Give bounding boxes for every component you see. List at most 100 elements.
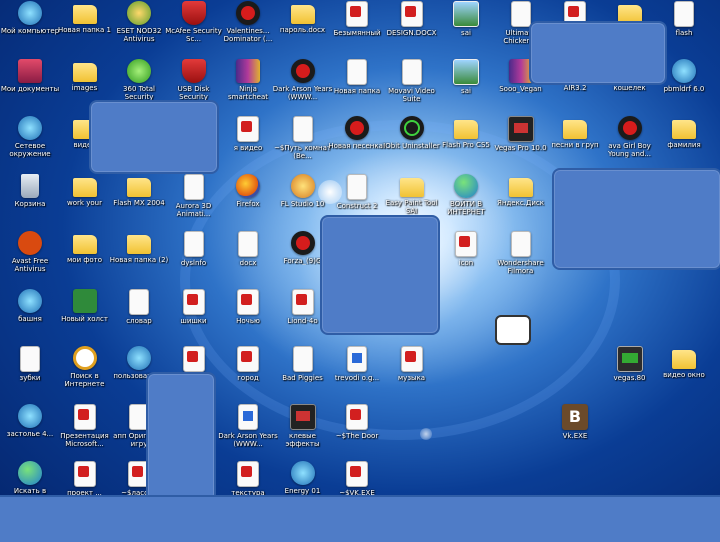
desktop-shortcut[interactable]: Яндекс.Диск <box>491 174 551 232</box>
desktop-shortcut[interactable]: Мой компьютер <box>0 1 60 59</box>
desktop-shortcut[interactable]: Новая песенка! <box>327 116 387 174</box>
desktop-shortcut[interactable]: мои фото <box>55 231 115 289</box>
pen-icon <box>238 403 258 430</box>
desktop-shortcut[interactable]: Firefox <box>218 173 278 232</box>
desktop-shortcut[interactable]: DESIGN.DOCX <box>382 1 442 59</box>
desktop-shortcut[interactable]: sai <box>436 1 496 59</box>
shortcut-label: work your <box>67 198 102 207</box>
desktop-shortcut[interactable]: Dark Arson Years (WWW... <box>272 58 333 117</box>
shortcut-label: Construct 2 <box>336 201 378 210</box>
desktop-shortcut[interactable]: Мои документы <box>0 58 60 117</box>
desktop-shortcut[interactable]: зубки <box>0 346 60 404</box>
net-icon <box>18 288 42 313</box>
desktop-shortcut[interactable]: vegas.80 <box>600 346 660 404</box>
desktop-shortcut[interactable]: docx <box>218 231 278 289</box>
desktop-shortcut[interactable]: ~$The Door <box>327 403 387 462</box>
shortcut-label: sai <box>461 29 471 37</box>
shortcut-label: Dark Arson Years (WWW... <box>272 84 333 101</box>
shortcut-label: ~$The Door <box>335 431 379 440</box>
gpu-icon <box>616 346 643 372</box>
shortcut-label: dyslnfo <box>180 259 207 267</box>
desktop-shortcut[interactable]: город <box>218 346 278 404</box>
shortcut-label: ava Girl Boy Young and... <box>607 142 651 158</box>
desktop-shortcut[interactable]: Wondershare Filmora <box>491 231 551 289</box>
shortcut-label: vegas.80 <box>613 374 646 382</box>
desktop-shortcut[interactable]: B Vk.EXE <box>545 403 605 462</box>
desktop-shortcut[interactable]: ~$Путь комнат (Ве... <box>273 116 333 174</box>
desktop-shortcut[interactable]: Презентация Microsoft... <box>55 403 115 462</box>
film-icon <box>289 403 316 430</box>
desktop-shortcut[interactable]: фамилия <box>654 116 714 174</box>
desktop-shortcut[interactable]: Flash MX 2004 <box>109 174 169 232</box>
doc-icon <box>20 346 40 372</box>
redx-icon <box>617 116 642 140</box>
desktop-shortcut[interactable]: Flash Pro CS5 <box>436 116 496 174</box>
doc-icon <box>510 1 531 27</box>
shortcut-label: Яндекс.Диск <box>497 198 544 207</box>
desktop-shortcut[interactable]: Aurora 3D Animati... <box>164 173 224 232</box>
desktop-shortcut[interactable]: McAfee Security Sc... <box>164 1 224 59</box>
desktop-shortcut[interactable]: Bad Piggies <box>273 346 333 404</box>
desktop-shortcut[interactable]: ВОЙТИ В ИНТЕРНЕТ <box>436 173 496 232</box>
char-icon <box>290 173 315 198</box>
shortcut-label: фамилия <box>667 141 701 149</box>
desktop-shortcut[interactable]: trevodi o.g... <box>327 346 387 404</box>
folder-icon <box>399 177 424 197</box>
mag-icon <box>72 346 97 370</box>
desktop-shortcut[interactable]: Dark Arson Years (WWW... <box>218 403 278 462</box>
desktop-shortcut[interactable]: dyslnfo <box>164 231 224 289</box>
desktop-shortcut[interactable]: застолье 4... <box>0 403 60 462</box>
pdf-icon <box>237 288 259 315</box>
pdf-icon <box>400 346 423 372</box>
shortcut-label: ESET NOD32 Antivirus <box>116 27 162 43</box>
desktop-shortcut[interactable]: ESET NOD32 Antivirus <box>109 1 169 59</box>
shortcut-label: McAfee Security Sc... <box>165 27 222 43</box>
shortcut-label: песни в груп <box>551 141 599 149</box>
img-icon <box>453 1 479 27</box>
desktop-shortcut[interactable]: башня <box>0 288 60 347</box>
desktop-shortcut[interactable]: клевые эффекты <box>273 403 333 462</box>
globe-icon <box>454 173 478 198</box>
desktop-shortcut[interactable]: Поиск в Интернете <box>55 346 115 404</box>
overlay-box-right <box>552 168 720 270</box>
shortcut-label: словар <box>126 316 152 325</box>
desktop-shortcut[interactable]: Ночью <box>218 288 278 347</box>
desktop-shortcut[interactable]: песни в груп <box>545 116 605 174</box>
desktop-shortcut[interactable]: IObit Uninstaller <box>382 116 442 174</box>
doc-icon <box>292 116 313 142</box>
desktop-shortcut[interactable]: Новая папка 1 <box>55 1 115 59</box>
desktop-shortcut[interactable]: Новая папка (2) <box>109 231 169 289</box>
desktop-shortcut[interactable]: Vegas Pro 10.0 <box>491 116 551 174</box>
desktop-shortcut[interactable]: словар <box>109 288 169 347</box>
desktop-shortcut[interactable]: sai <box>436 58 496 117</box>
doc-icon <box>347 58 367 85</box>
desktop-shortcut[interactable]: Новая папка <box>327 58 387 117</box>
desktop-shortcut[interactable]: шишки <box>164 288 224 347</box>
desktop-shortcut[interactable]: Ninja smartcheat <box>218 58 278 117</box>
green2-icon <box>399 116 424 140</box>
desktop-shortcut[interactable]: ava Girl Boy Young and... <box>600 116 660 174</box>
folder-icon <box>127 235 151 254</box>
desktop-shortcut[interactable]: work your <box>55 174 115 232</box>
shortcut-label: icon <box>458 259 474 267</box>
desktop-shortcut[interactable]: Безымянный <box>327 1 387 59</box>
folder-icon <box>72 235 97 254</box>
desktop-shortcut[interactable]: Movavi Video Suite <box>382 58 442 117</box>
shortcut-label: музыка <box>397 374 426 382</box>
desktop-shortcut[interactable]: Новый холст <box>55 288 115 347</box>
desktop-shortcut[interactable]: Avast Free Antivirus <box>0 231 60 289</box>
desktop-shortcut[interactable]: Сетевое окружение <box>0 116 60 174</box>
desktop-shortcut[interactable]: я видео <box>218 116 278 174</box>
desktop-shortcut[interactable]: Корзина <box>0 173 60 232</box>
shortcut-label: видео окно <box>663 371 705 379</box>
folder-icon <box>454 120 478 139</box>
shortcut-label: Bad Piggies <box>282 374 323 382</box>
shortcut-label: я видео <box>233 144 263 152</box>
shortcut-label: trevodi o.g... <box>334 374 380 382</box>
desktop-shortcut[interactable]: музыка <box>382 346 442 404</box>
desktop-shortcut[interactable]: icon <box>436 231 496 289</box>
desktop-shortcut[interactable]: видео окно <box>654 346 714 404</box>
desktop-shortcut[interactable]: Valentines... Dominator (... <box>218 1 278 59</box>
desktop-shortcut[interactable]: пароль.docx <box>273 1 333 59</box>
shortcut-label: пароль.docx <box>279 26 326 34</box>
